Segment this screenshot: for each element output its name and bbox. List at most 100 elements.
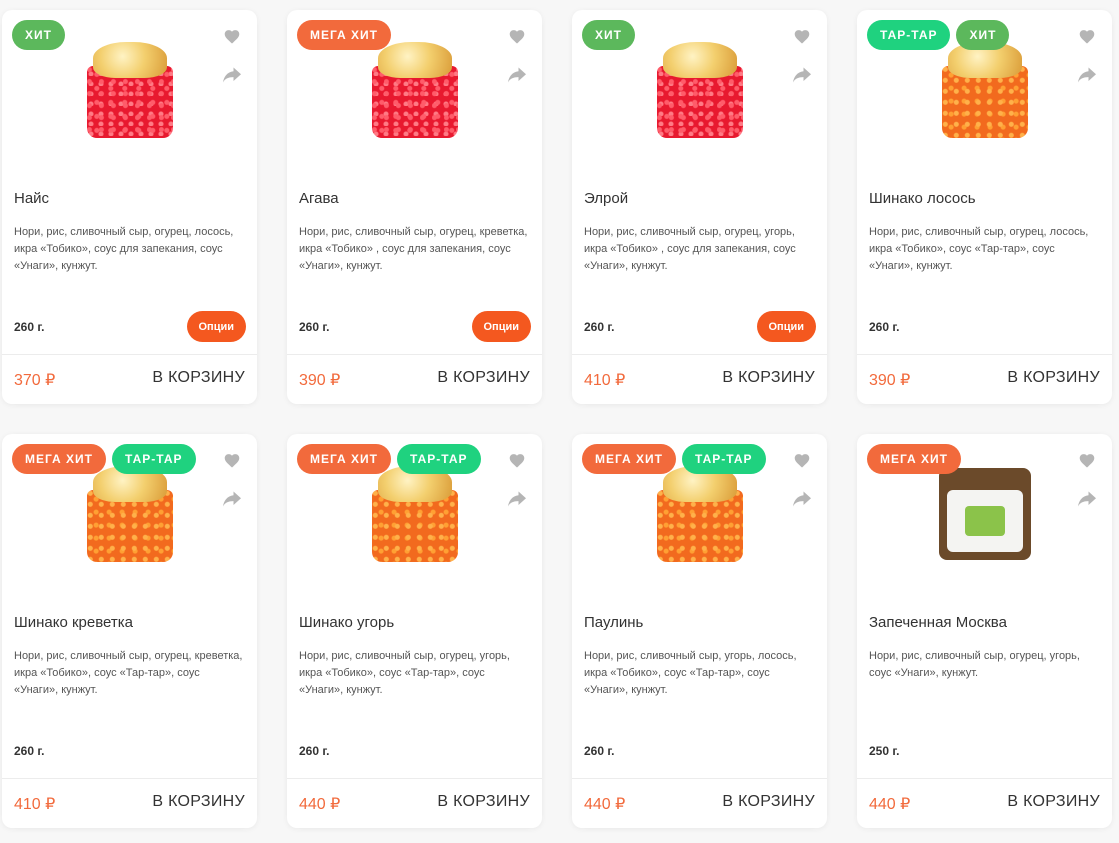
share-icon[interactable] — [221, 64, 243, 86]
share-icon[interactable] — [506, 488, 528, 510]
add-to-cart-button[interactable]: В КОРЗИНУ — [437, 369, 530, 387]
badge-mega: МЕГА ХИТ — [12, 444, 107, 474]
divider — [572, 354, 827, 355]
product-title[interactable]: Шинако креветка — [14, 614, 133, 631]
product-image[interactable] — [857, 458, 1112, 570]
add-to-cart-button[interactable]: В КОРЗИНУ — [152, 793, 245, 811]
product-card[interactable]: МЕГА ХИТ Запеченная Москва Нори, рис, сл… — [857, 434, 1112, 828]
product-weight: 260 г. — [869, 320, 900, 334]
heart-icon[interactable] — [1076, 25, 1098, 47]
product-image[interactable] — [2, 34, 257, 146]
product-price: 370 ₽ — [14, 372, 56, 389]
badge-mega: МЕГА ХИТ — [582, 444, 677, 474]
sushi-roll-image — [371, 42, 458, 138]
product-card[interactable]: ХИТ Найс Нори, рис, сливочный сыр, огуре… — [2, 10, 257, 404]
add-to-cart-button[interactable]: В КОРЗИНУ — [152, 369, 245, 387]
product-card[interactable]: МЕГА ХИТ ТАР-ТАР Паулинь Нори, рис, сливо… — [572, 434, 827, 828]
divider — [2, 354, 257, 355]
product-price: 440 ₽ — [299, 796, 341, 813]
share-icon[interactable] — [791, 64, 813, 86]
product-title[interactable]: Агава — [299, 190, 339, 207]
product-image[interactable] — [287, 458, 542, 570]
options-button[interactable]: Опции — [471, 311, 531, 342]
product-price: 390 ₽ — [299, 372, 341, 389]
badge-list: ХИТ — [12, 20, 65, 50]
product-price: 410 ₽ — [584, 372, 626, 389]
share-icon[interactable] — [1076, 64, 1098, 86]
product-card[interactable]: ХИТ Элрой Нори, рис, сливочный сыр, огур… — [572, 10, 827, 404]
badge-mega: МЕГА ХИТ — [297, 20, 392, 50]
heart-icon[interactable] — [506, 449, 528, 471]
sushi-roll-image — [656, 466, 743, 562]
product-weight: 260 г. — [299, 744, 330, 758]
badge-list: ТАР-ТАР ХИТ — [867, 20, 1010, 50]
product-card[interactable]: ТАР-ТАР ХИТ Шинако лосось Нори, рис, слив… — [857, 10, 1112, 404]
badge-tartar: ТАР-ТАР — [397, 444, 481, 474]
divider — [857, 778, 1112, 779]
badge-mega: МЕГА ХИТ — [867, 444, 962, 474]
heart-icon[interactable] — [221, 25, 243, 47]
add-to-cart-button[interactable]: В КОРЗИНУ — [722, 793, 815, 811]
options-button[interactable]: Опции — [186, 311, 246, 342]
share-icon[interactable] — [791, 488, 813, 510]
share-icon[interactable] — [221, 488, 243, 510]
product-price: 390 ₽ — [869, 372, 911, 389]
product-title[interactable]: Найс — [14, 190, 49, 207]
divider — [572, 778, 827, 779]
heart-icon[interactable] — [791, 449, 813, 471]
badge-tartar: ТАР-ТАР — [112, 444, 196, 474]
product-description: Нори, рис, сливочный сыр, огурец, кревет… — [14, 650, 243, 696]
heart-icon[interactable] — [221, 449, 243, 471]
product-title[interactable]: Шинако угорь — [299, 614, 394, 631]
add-to-cart-button[interactable]: В КОРЗИНУ — [437, 793, 530, 811]
add-to-cart-button[interactable]: В КОРЗИНУ — [722, 369, 815, 387]
product-title[interactable]: Элрой — [584, 190, 628, 207]
badge-list: МЕГА ХИТ ТАР-ТАР — [297, 444, 481, 474]
product-image[interactable] — [572, 34, 827, 146]
share-icon[interactable] — [1076, 488, 1098, 510]
heart-icon[interactable] — [506, 25, 528, 47]
product-title[interactable]: Запеченная Москва — [869, 614, 1007, 631]
divider — [2, 778, 257, 779]
badge-tartar: ТАР-ТАР — [682, 444, 766, 474]
product-image[interactable] — [287, 34, 542, 146]
heart-icon[interactable] — [1076, 449, 1098, 471]
badge-hit: ХИТ — [12, 20, 65, 50]
product-price: 440 ₽ — [869, 796, 911, 813]
sushi-roll-image — [86, 42, 173, 138]
add-to-cart-button[interactable]: В КОРЗИНУ — [1007, 369, 1100, 387]
divider — [857, 354, 1112, 355]
product-grid: ХИТ Найс Нори, рис, сливочный сыр, огуре… — [2, 10, 1112, 828]
add-to-cart-button[interactable]: В КОРЗИНУ — [1007, 793, 1100, 811]
badge-list: МЕГА ХИТ — [297, 20, 392, 50]
product-description: Нори, рис, сливочный сыр, огурец, угорь,… — [299, 650, 510, 696]
share-icon[interactable] — [506, 64, 528, 86]
badge-list: ХИТ — [582, 20, 635, 50]
sushi-roll-image — [371, 466, 458, 562]
product-description: Нори, рис, сливочный сыр, огурец, лосось… — [14, 226, 234, 272]
product-weight: 250 г. — [869, 744, 900, 758]
product-title[interactable]: Паулинь — [584, 614, 643, 631]
badge-hit: ХИТ — [582, 20, 635, 50]
product-image[interactable] — [572, 458, 827, 570]
product-description: Нори, рис, сливочный сыр, огурец, угорь,… — [584, 226, 796, 272]
badge-list: МЕГА ХИТ ТАР-ТАР — [12, 444, 196, 474]
product-image[interactable] — [857, 34, 1112, 146]
sushi-roll-image — [86, 466, 173, 562]
product-weight: 260 г. — [584, 320, 615, 334]
product-weight: 260 г. — [14, 320, 45, 334]
product-title[interactable]: Шинако лосось — [869, 190, 976, 207]
divider — [287, 778, 542, 779]
options-button[interactable]: Опции — [756, 311, 816, 342]
badge-tartar: ТАР-ТАР — [867, 20, 951, 50]
product-description: Нори, рис, сливочный сыр, огурец, кревет… — [299, 226, 528, 272]
product-image[interactable] — [2, 458, 257, 570]
sushi-roll-image — [938, 468, 1031, 560]
product-card[interactable]: МЕГА ХИТ ТАР-ТАР Шинако креветка Нори, ри… — [2, 434, 257, 828]
product-price: 440 ₽ — [584, 796, 626, 813]
product-card[interactable]: МЕГА ХИТ Агава Нори, рис, сливочный сыр,… — [287, 10, 542, 404]
sushi-roll-image — [656, 42, 743, 138]
heart-icon[interactable] — [791, 25, 813, 47]
product-card[interactable]: МЕГА ХИТ ТАР-ТАР Шинако угорь Нори, рис, … — [287, 434, 542, 828]
badge-hit: ХИТ — [956, 20, 1010, 50]
